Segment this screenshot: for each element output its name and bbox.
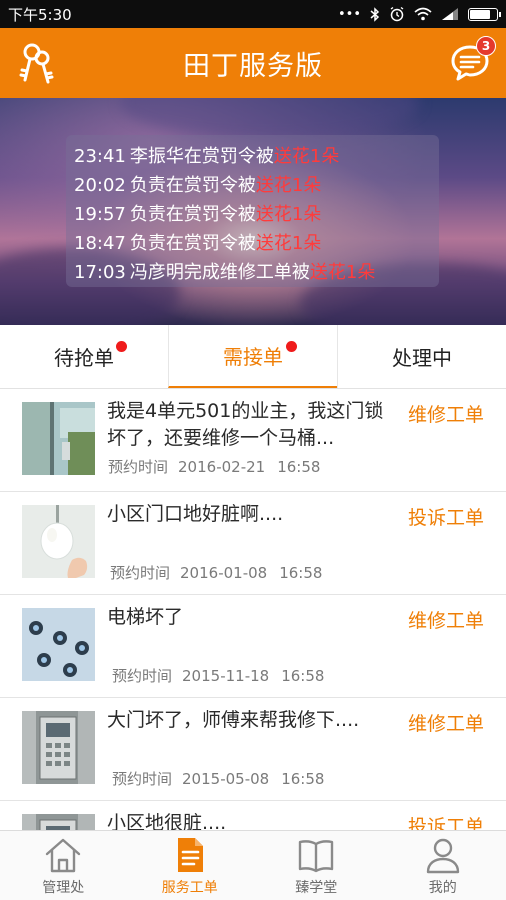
- order-time: 预约时间 2015-11-18 16:58: [112, 667, 325, 685]
- elevator-buttons-image: [22, 608, 95, 681]
- bottom-nav: 管理处 服务工单 臻学堂 我的: [0, 830, 506, 900]
- order-type: 投诉工单: [407, 816, 484, 830]
- nav-mine[interactable]: 我的: [380, 831, 506, 900]
- order-title: 大门坏了，师傅来帮我修下....: [107, 709, 360, 731]
- order-type: 维修工单: [407, 404, 484, 426]
- order-item[interactable]: 小区地很脏.... 投诉工单: [0, 801, 506, 830]
- nav-service-orders[interactable]: 服务工单: [127, 831, 254, 900]
- feed-item: 17:03 冯彦明完成维修工单被送花1朵: [74, 262, 376, 283]
- keys-button[interactable]: [18, 42, 54, 84]
- nav-academy[interactable]: 臻学堂: [253, 831, 380, 900]
- tab-label: 需接单: [223, 345, 283, 369]
- order-item[interactable]: 电梯坏了 维修工单 预约时间 2015-11-18 16:58: [0, 595, 506, 698]
- order-item[interactable]: 大门坏了，师傅来帮我修下.... 维修工单 预约时间 2015-05-08 16:5…: [0, 698, 506, 801]
- order-title: 小区地很脏....: [107, 812, 227, 830]
- order-thumbnail: [22, 608, 95, 681]
- order-title: 小区门口地好脏啊....: [107, 503, 284, 525]
- tab-pending-grab[interactable]: 待抢单: [0, 325, 168, 388]
- nav-label: 臻学堂: [295, 880, 338, 896]
- home-icon: [46, 838, 81, 873]
- app-header: 田丁服务版 3: [0, 28, 506, 98]
- order-tabs: 待抢单 需接单 处理中: [0, 325, 506, 389]
- order-title: 电梯坏了: [107, 606, 184, 628]
- feed-item: 19:57 负责在赏罚令被送花1朵: [74, 204, 322, 225]
- status-time: 下午5:30: [8, 5, 72, 24]
- intercom-image: [22, 711, 95, 784]
- order-item[interactable]: 小区门口地好脏啊.... 投诉工单 预约时间 2016-01-08 16:58: [0, 492, 506, 595]
- battery-icon: [468, 7, 501, 21]
- tab-to-accept[interactable]: 需接单: [168, 325, 337, 388]
- book-icon: [299, 840, 334, 873]
- banner: 23:41 李振华在赏罚令被送花1朵 20:02 负责在赏罚令被送花1朵 19:57…: [0, 98, 506, 325]
- intercom-image: [22, 814, 95, 830]
- message-button[interactable]: 3: [450, 36, 496, 82]
- more-icon: •••: [337, 6, 361, 22]
- feed-item: 23:41 李振华在赏罚令被送花1朵: [74, 146, 340, 167]
- feed-item: 20:02 负责在赏罚令被送花1朵: [74, 175, 322, 196]
- award-feed: 23:41 李振华在赏罚令被送花1朵 20:02 负责在赏罚令被送花1朵 19:57…: [66, 135, 439, 287]
- bluetooth-icon: [370, 6, 380, 22]
- order-thumbnail: [22, 505, 95, 578]
- nav-label: 服务工单: [161, 880, 218, 896]
- feed-item: 18:47 负责在赏罚令被送花1朵: [74, 233, 322, 254]
- person-icon: [426, 838, 459, 874]
- tab-label: 待抢单: [54, 346, 114, 370]
- order-time: 预约时间 2016-01-08 16:58: [110, 564, 323, 582]
- tab-label: 处理中: [392, 346, 452, 370]
- order-thumbnail: [22, 711, 95, 784]
- nav-label: 我的: [428, 880, 457, 896]
- alarm-icon: [390, 6, 404, 22]
- order-time: 预约时间 2016-02-21 16:58: [108, 458, 321, 476]
- order-thumbnail: [22, 402, 95, 475]
- door-lock-image: [22, 402, 95, 475]
- new-dot: [116, 341, 127, 352]
- keys-icon: [19, 43, 54, 84]
- order-item[interactable]: 我是4单元501的业主，我这门锁坏了，还要维修一个马桶... 维修工单 预约时间…: [0, 389, 506, 492]
- tab-processing[interactable]: 处理中: [337, 325, 506, 388]
- page-title: 田丁服务版: [183, 50, 323, 82]
- message-badge: 3: [476, 36, 496, 56]
- order-type: 投诉工单: [407, 507, 484, 529]
- nav-management-office[interactable]: 管理处: [0, 831, 127, 900]
- order-type: 维修工单: [407, 610, 484, 632]
- light-bulb-image: [22, 505, 95, 578]
- order-title: 我是4单元501的业主，我这门锁坏了，还要维修一个马桶...: [107, 400, 384, 449]
- signal-icon: [442, 8, 458, 20]
- order-type: 维修工单: [407, 713, 484, 735]
- order-thumbnail: [22, 814, 95, 830]
- new-dot: [286, 341, 297, 352]
- wifi-icon: [414, 7, 432, 21]
- status-icons: •••: [337, 6, 501, 22]
- nav-label: 管理处: [42, 880, 85, 896]
- status-bar: 下午5:30 •••: [0, 0, 506, 28]
- document-icon: [177, 838, 203, 872]
- order-list[interactable]: 我是4单元501的业主，我这门锁坏了，还要维修一个马桶... 维修工单 预约时间…: [0, 389, 506, 830]
- order-time: 预约时间 2015-05-08 16:58: [112, 770, 325, 788]
